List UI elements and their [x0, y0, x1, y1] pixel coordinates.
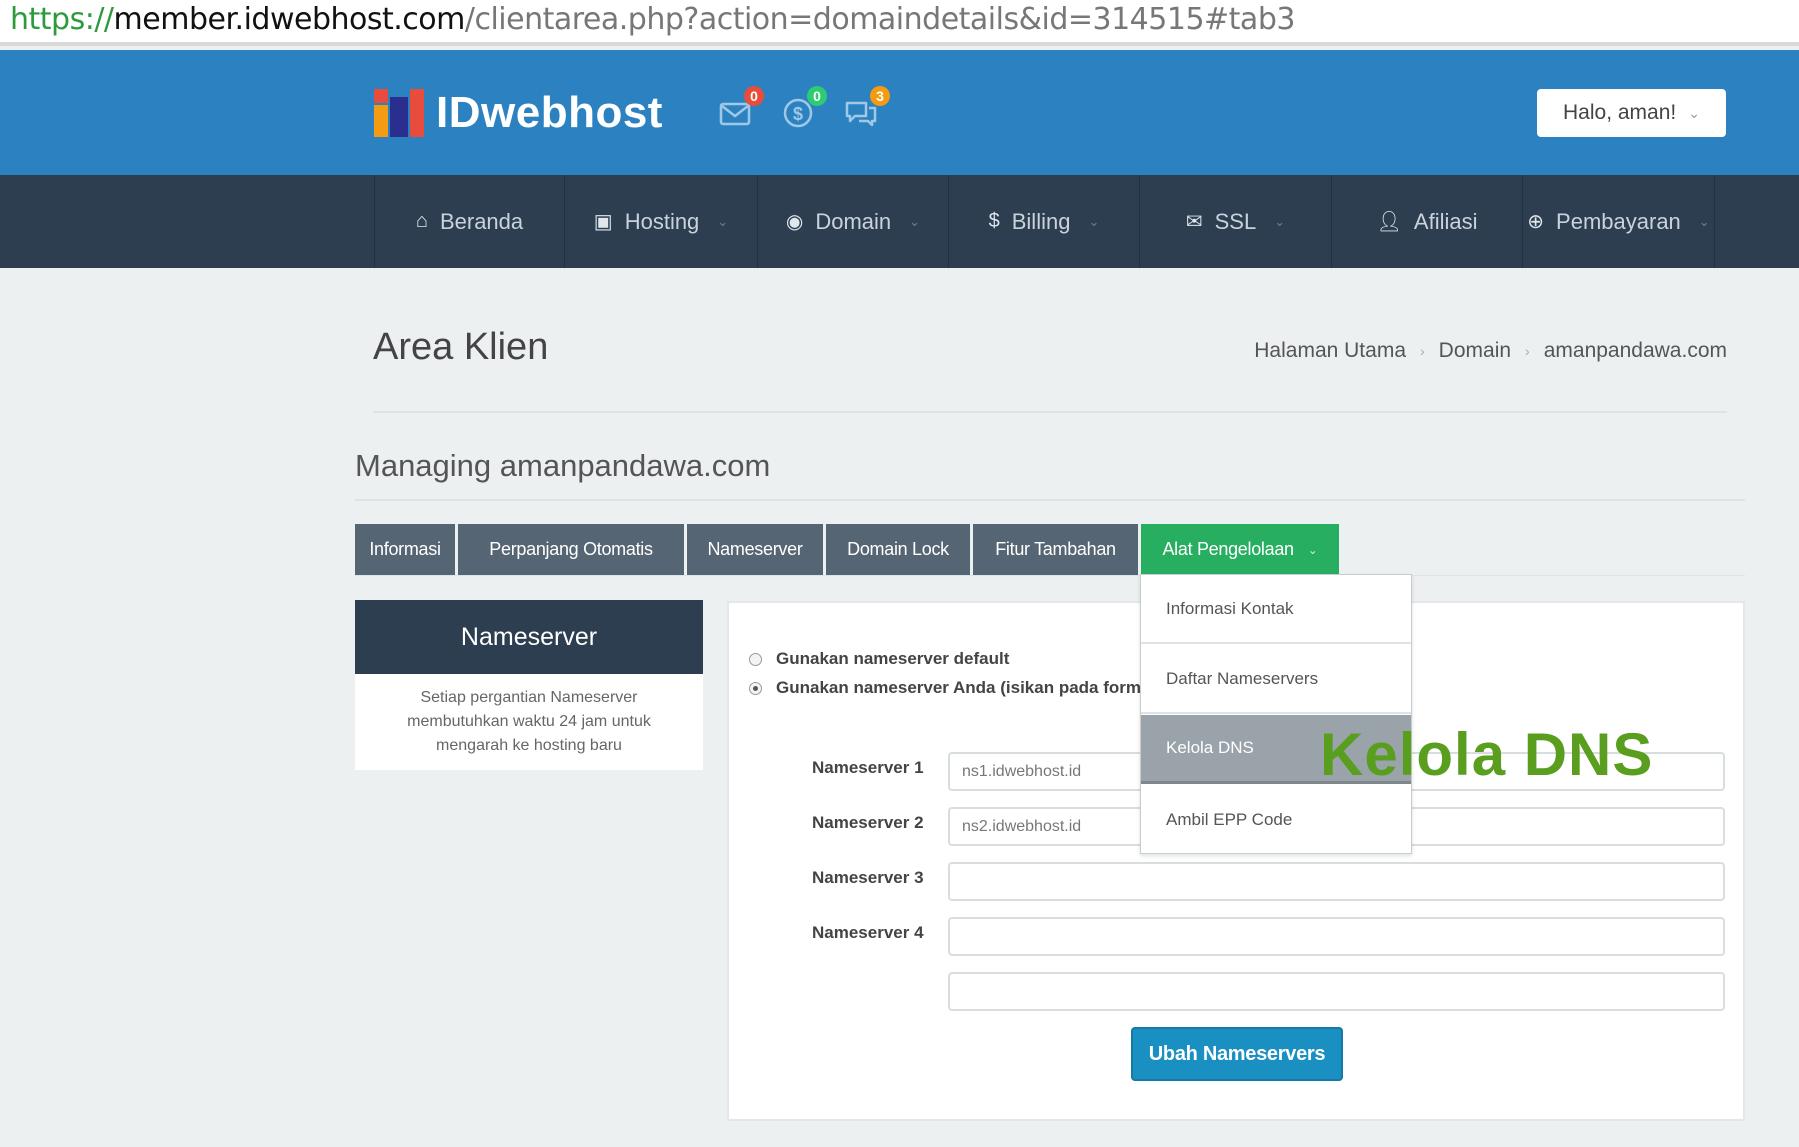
breadcrumb-home[interactable]: Halaman Utama [1254, 339, 1406, 363]
annotation-label: Kelola DNS [1320, 721, 1654, 788]
nav-item-domain[interactable]: ◉ Domain ⌄ [757, 175, 948, 268]
binoculars-icon: ◉ [785, 211, 804, 233]
page-title: Area Klien [373, 326, 549, 368]
brand-logo[interactable]: IDwebhost [374, 88, 663, 138]
nav-item-billing[interactable]: $ Billing ⌄ [948, 175, 1139, 268]
main-navigation: ⌂ Beranda ▣ Hosting ⌄ ◉ Domain ⌄ $ Billi… [0, 175, 1799, 268]
tab-perpanjang-otomatis[interactable]: Perpanjang Otomatis [458, 524, 684, 575]
globe-icon: ⊕ [1527, 211, 1545, 233]
tab-label: Nameserver [707, 539, 803, 559]
tab-alat-pengelolaan[interactable]: Alat Pengelolaan ⌄ [1141, 524, 1339, 575]
tickets-count-badge: 3 [870, 86, 890, 106]
management-tools-dropdown: Informasi Kontak Daftar Nameservers Kelo… [1140, 574, 1412, 854]
divider [355, 499, 1745, 501]
nameserver-3-input[interactable] [948, 862, 1725, 901]
tab-nameserver[interactable]: Nameserver [687, 524, 823, 575]
tab-fitur-tambahan[interactable]: Fitur Tambahan [973, 524, 1138, 575]
dropdown-item-daftar-nameservers[interactable]: Daftar Nameservers [1141, 645, 1411, 714]
nav-label: Hosting [624, 208, 700, 234]
url-text[interactable]: https://member.idwebhost.com/clientarea.… [10, 2, 1295, 37]
brand-name: IDwebhost [436, 88, 663, 137]
envelope-icon[interactable]: 0 [718, 86, 764, 132]
tab-label: Alat Pengelolaan [1162, 539, 1294, 559]
radio-label: Gunakan nameserver Anda (isikan pada for… [776, 678, 1141, 697]
user-icon: 👤︎ [1376, 211, 1402, 233]
radio-label: Gunakan nameserver default [776, 649, 1010, 668]
panel-note: Setiap pergantian Nameserver membutuhkan… [407, 689, 651, 754]
user-menu-button[interactable]: Halo, aman! ⌄ [1537, 89, 1726, 137]
chevron-down-icon: ⌄ [1688, 104, 1700, 121]
nav-label: Afiliasi [1413, 208, 1478, 234]
chevron-right-icon: › [1420, 343, 1425, 359]
nav-item-beranda[interactable]: ⌂ Beranda [374, 175, 564, 268]
server-icon: ▣ [593, 211, 613, 233]
user-greeting: Halo, aman! [1563, 101, 1677, 124]
nav-label: Beranda [439, 208, 524, 234]
tab-domain-lock[interactable]: Domain Lock [826, 524, 970, 575]
nav-label: Pembayaran [1556, 208, 1681, 234]
tab-label: Fitur Tambahan [995, 539, 1116, 559]
dropdown-item-informasi-kontak[interactable]: Informasi Kontak [1141, 575, 1411, 644]
chevron-down-icon: ⌄ [1088, 213, 1100, 229]
nav-item-hosting[interactable]: ▣ Hosting ⌄ [564, 175, 757, 268]
chevron-down-icon: ⌄ [1698, 213, 1710, 229]
panel-heading: Nameserver [355, 600, 703, 674]
envelope-icon: ✉ [1185, 211, 1203, 233]
section-heading: Managing amanpandawa.com [355, 448, 771, 483]
nameserver-2-label: Nameserver 2 [812, 813, 924, 832]
tab-informasi[interactable]: Informasi [355, 524, 455, 575]
chat-icon[interactable]: 3 [844, 86, 890, 132]
chevron-down-icon: ⌄ [1307, 542, 1318, 557]
tab-label: Informasi [369, 539, 441, 559]
breadcrumb-domain[interactable]: Domain [1439, 339, 1511, 363]
nameserver-3-label: Nameserver 3 [812, 868, 924, 887]
nav-item-afiliasi[interactable]: 👤︎ Afiliasi [1331, 175, 1522, 268]
nav-label: Domain [815, 208, 892, 234]
dollar-icon: $ [988, 210, 1000, 232]
home-icon: ⌂ [415, 210, 428, 232]
radio-button[interactable] [749, 652, 762, 666]
tab-label: Domain Lock [847, 539, 949, 559]
nameserver-4-label: Nameserver 4 [812, 923, 924, 942]
browser-address-bar[interactable]: https://member.idwebhost.com/clientarea.… [0, 0, 1799, 46]
tab-label: Perpanjang Otomatis [489, 539, 653, 559]
nav-item-ssl[interactable]: ✉ SSL ⌄ [1139, 175, 1331, 268]
invoices-count-badge: 0 [807, 86, 827, 106]
logo-icon [374, 89, 424, 137]
radio-custom-nameserver[interactable]: Gunakan nameserver Anda (isikan pada for… [749, 678, 1141, 698]
nav-item-pembayaran[interactable]: ⊕ Pembayaran ⌄ [1522, 175, 1715, 268]
chevron-down-icon: ⌄ [717, 213, 729, 229]
nameserver-4-input[interactable] [948, 917, 1725, 956]
chevron-down-icon: ⌄ [909, 213, 921, 229]
messages-count-badge: 0 [744, 86, 764, 106]
breadcrumb: Halaman Utama › Domain › amanpandawa.com [1254, 339, 1727, 363]
nameserver-1-label: Nameserver 1 [812, 758, 924, 777]
chevron-right-icon: › [1525, 343, 1530, 359]
breadcrumb-current: amanpandawa.com [1543, 339, 1727, 362]
divider [355, 575, 1745, 576]
svg-text:$: $ [793, 104, 803, 124]
nameserver-5-input[interactable] [948, 972, 1725, 1011]
nav-label: SSL [1214, 208, 1257, 234]
chevron-down-icon: ⌄ [1274, 213, 1286, 229]
radio-default-nameserver[interactable]: Gunakan nameserver default [749, 649, 1009, 669]
nameserver-info-panel: Nameserver Setiap pergantian Nameserver … [355, 600, 703, 770]
change-nameservers-button[interactable]: Ubah Nameservers [1131, 1027, 1343, 1081]
dollar-icon[interactable]: $ 0 [781, 86, 827, 132]
nav-label: Billing [1011, 208, 1071, 234]
dropdown-item-ambil-epp-code[interactable]: Ambil EPP Code [1141, 785, 1411, 854]
divider [373, 411, 1727, 413]
site-header: IDwebhost 0 $ 0 3 Halo, aman! ⌄ [0, 50, 1799, 175]
radio-button[interactable] [749, 681, 762, 695]
